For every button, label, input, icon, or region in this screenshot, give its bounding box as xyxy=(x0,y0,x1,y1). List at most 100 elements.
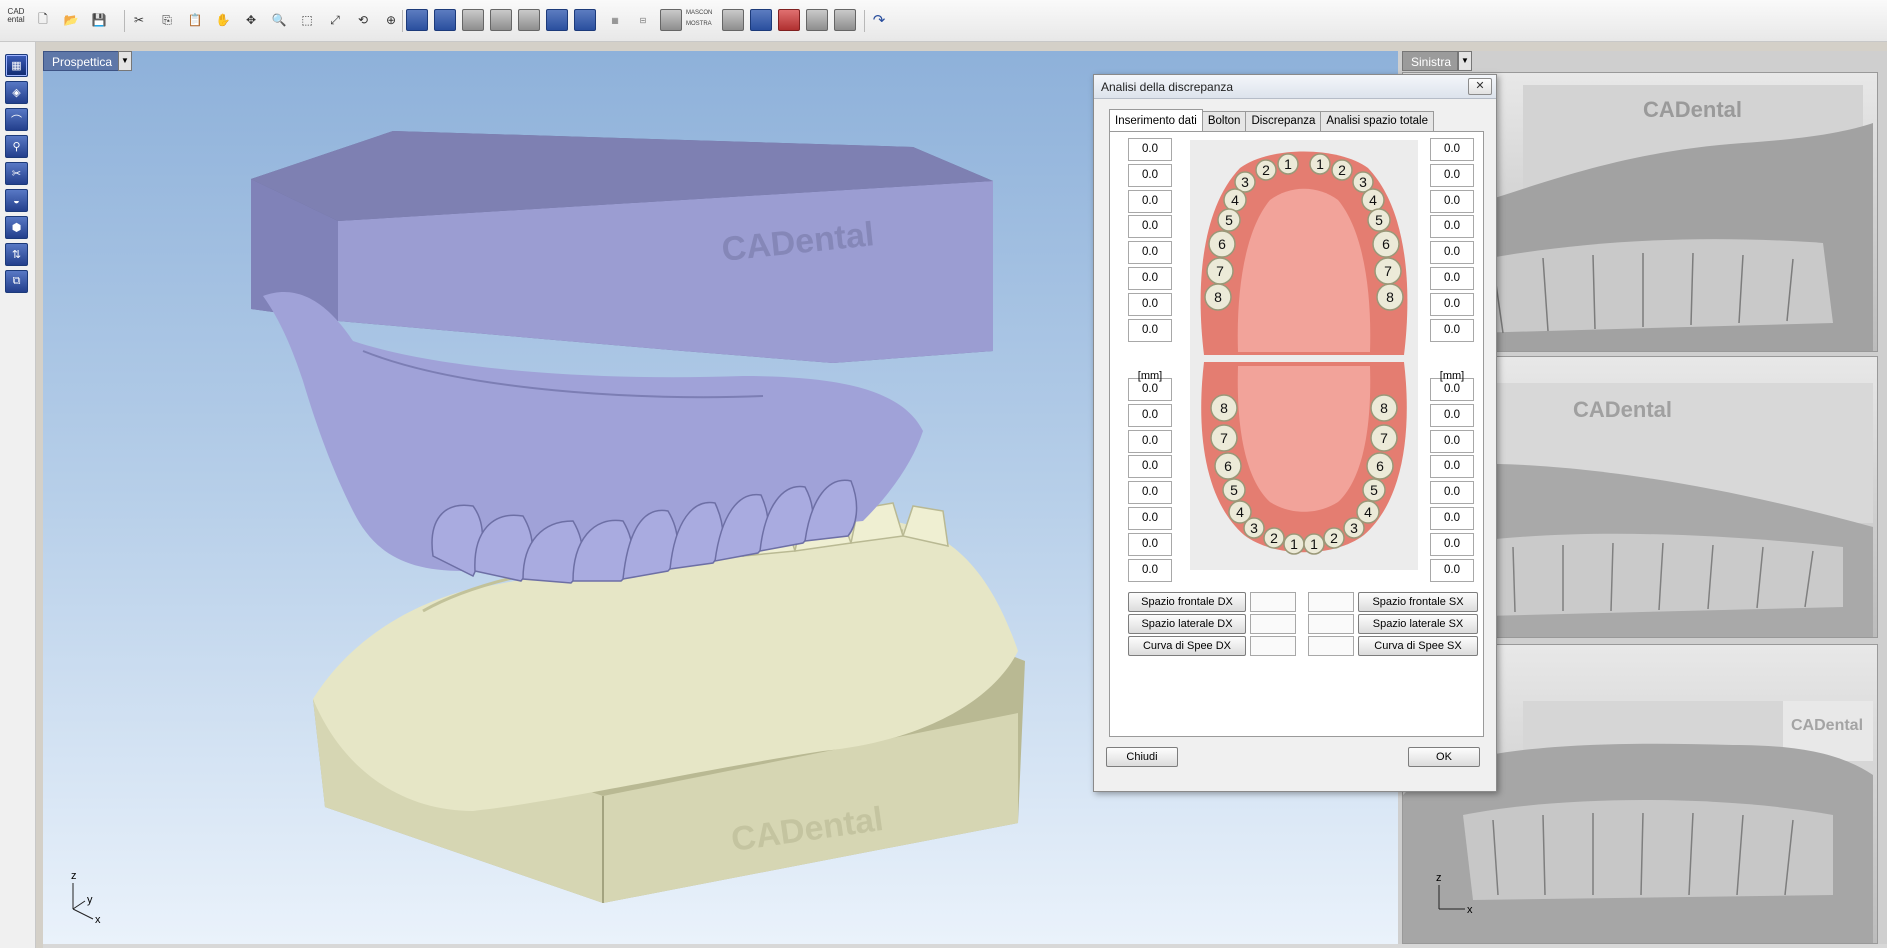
align-tool-icon[interactable]: ⇅ xyxy=(5,243,28,266)
spazio-laterale-sx-button[interactable]: Spazio laterale SX xyxy=(1358,614,1478,634)
lower-left-value-field[interactable]: 0.0 xyxy=(1430,558,1474,582)
chevron-down-icon[interactable]: ▼ xyxy=(1458,51,1472,71)
close-icon[interactable]: ✕ xyxy=(1468,78,1492,95)
upper-right-value-field[interactable]: 0.0 xyxy=(1128,292,1172,316)
arch-upper-icon[interactable] xyxy=(750,9,772,31)
lower-right-value-field[interactable]: 0.0 xyxy=(1128,507,1172,530)
lower-right-value-field[interactable]: 0.0 xyxy=(1128,481,1172,505)
scan-tool-icon[interactable]: ◈ xyxy=(5,81,28,104)
occlusion-icon[interactable] xyxy=(806,9,828,31)
upper-right-tooth[interactable]: 1 xyxy=(1277,153,1299,175)
lower-right-tooth[interactable]: 6 xyxy=(1214,452,1242,480)
ruler-icon[interactable] xyxy=(834,9,856,31)
grid-toggle-icon[interactable]: ▦ xyxy=(604,9,626,31)
upper-left-value-field[interactable]: 0.0 xyxy=(1430,267,1474,290)
gum-tool-icon[interactable]: ◒ xyxy=(5,189,28,212)
spazio-frontale-dx-button[interactable]: Spazio frontale DX xyxy=(1128,592,1246,612)
arch-lower-icon[interactable] xyxy=(778,9,800,31)
lower-left-value-field[interactable]: 0.0 xyxy=(1430,429,1474,453)
save-icon[interactable]: 💾 xyxy=(88,9,110,31)
upper-right-value-field[interactable]: 0.0 xyxy=(1128,215,1172,239)
chiudi-button[interactable]: Chiudi xyxy=(1106,747,1178,767)
tooth-tool-icon[interactable]: ⚲ xyxy=(5,135,28,158)
upper-right-tooth[interactable]: 8 xyxy=(1204,283,1232,311)
lower-right-tooth[interactable]: 5 xyxy=(1222,478,1246,502)
upper-right-value-field[interactable]: 0.0 xyxy=(1128,138,1172,161)
chevron-down-icon[interactable]: ▼ xyxy=(118,51,132,71)
segment-tool-icon[interactable]: ⬢ xyxy=(5,216,28,239)
side-view-label[interactable]: Sinistra xyxy=(1402,51,1458,71)
lower-left-tooth[interactable]: 5 xyxy=(1362,478,1386,502)
upper-right-value-field[interactable]: 0.0 xyxy=(1128,189,1172,213)
upper-right-tooth[interactable]: 5 xyxy=(1217,208,1241,232)
lower-left-tooth[interactable]: 1 xyxy=(1303,533,1325,555)
view-right-icon[interactable] xyxy=(490,9,512,31)
curva-di-spee-sx-button[interactable]: Curva di Spee SX xyxy=(1358,636,1478,656)
view-bottom-icon[interactable] xyxy=(518,9,540,31)
grid-tool-icon[interactable]: ▦ xyxy=(5,54,28,77)
lower-right-value-field[interactable]: 0.0 xyxy=(1128,532,1172,556)
lower-right-value-field[interactable]: 0.0 xyxy=(1128,403,1172,427)
upper-right-value-field[interactable]: 0.0 xyxy=(1128,318,1172,342)
tab-bolton[interactable]: Bolton xyxy=(1201,111,1247,131)
dialog-titlebar[interactable]: Analisi della discrepanza ✕ xyxy=(1094,75,1496,99)
upper-left-tooth[interactable]: 7 xyxy=(1374,257,1402,285)
upper-left-tooth[interactable]: 1 xyxy=(1309,153,1331,175)
paste-icon[interactable]: 📋 xyxy=(184,9,206,31)
view-iso-icon[interactable] xyxy=(574,9,596,31)
upper-left-value-field[interactable]: 0.0 xyxy=(1430,163,1474,187)
ok-button[interactable]: OK xyxy=(1408,747,1480,767)
spazio-frontale-sx-button[interactable]: Spazio frontale SX xyxy=(1358,592,1478,612)
zoom-icon[interactable]: 🔍 xyxy=(268,9,290,31)
upper-left-tooth[interactable]: 8 xyxy=(1376,283,1404,311)
lower-left-value-field[interactable]: 0.0 xyxy=(1430,403,1474,427)
lower-right-tooth[interactable]: 4 xyxy=(1228,500,1252,524)
upper-right-value-field[interactable]: 0.0 xyxy=(1128,267,1172,290)
lower-left-value-field[interactable]: 0.0 xyxy=(1430,481,1474,505)
measure-icon[interactable]: ⊟ xyxy=(632,9,654,31)
pan-hand-icon[interactable]: ✋ xyxy=(212,9,234,31)
cut-tool-icon[interactable]: ✂ xyxy=(5,162,28,185)
upper-right-value-field[interactable]: 0.0 xyxy=(1128,241,1172,265)
new-file-icon[interactable]: 🗋 xyxy=(32,9,54,31)
upper-right-tooth[interactable]: 4 xyxy=(1223,188,1247,212)
lower-right-value-field[interactable]: 0.0 xyxy=(1128,455,1172,479)
upper-left-tooth[interactable]: 5 xyxy=(1367,208,1391,232)
upper-left-value-field[interactable]: 0.0 xyxy=(1430,241,1474,265)
tab-analisi-spazio-totale[interactable]: Analisi spazio totale xyxy=(1320,111,1435,131)
lower-left-tooth[interactable]: 7 xyxy=(1370,424,1398,452)
lower-right-tooth[interactable]: 8 xyxy=(1210,394,1238,422)
view-back-icon[interactable] xyxy=(546,9,568,31)
move-icon[interactable]: ✥ xyxy=(240,9,262,31)
lower-left-value-field[interactable]: 0.0 xyxy=(1430,455,1474,479)
lower-right-tooth[interactable]: 2 xyxy=(1263,527,1285,549)
open-folder-icon[interactable]: 📂 xyxy=(60,9,82,31)
lower-right-tooth[interactable]: 7 xyxy=(1210,424,1238,452)
spazio-laterale-dx-button[interactable]: Spazio laterale DX xyxy=(1128,614,1246,634)
upper-left-tooth[interactable]: 6 xyxy=(1372,230,1400,258)
lower-right-value-field[interactable]: 0.0 xyxy=(1128,558,1172,582)
view-left-icon[interactable] xyxy=(462,9,484,31)
upper-right-value-field[interactable]: 0.0 xyxy=(1128,163,1172,187)
lower-right-value-field[interactable]: 0.0 xyxy=(1128,429,1172,453)
zoom-window-icon[interactable]: ⬚ xyxy=(296,9,318,31)
view-front-icon[interactable] xyxy=(406,9,428,31)
upper-left-tooth[interactable]: 2 xyxy=(1331,159,1353,181)
copy-icon[interactable]: ⎘ xyxy=(156,9,178,31)
upper-right-tooth[interactable]: 2 xyxy=(1255,159,1277,181)
zoom-fit-icon[interactable]: ⤢ xyxy=(324,9,346,31)
tab-inserimento-dati[interactable]: Inserimento dati xyxy=(1109,109,1203,131)
lower-left-tooth[interactable]: 4 xyxy=(1356,500,1380,524)
lower-right-tooth[interactable]: 1 xyxy=(1283,533,1305,555)
cut-icon[interactable]: ✂ xyxy=(128,9,150,31)
articulator-icon[interactable] xyxy=(722,9,744,31)
upper-left-value-field[interactable]: 0.0 xyxy=(1430,189,1474,213)
lower-left-tooth[interactable]: 2 xyxy=(1323,527,1345,549)
lower-left-value-field[interactable]: 0.0 xyxy=(1430,507,1474,530)
view-mode-label[interactable]: Prospettica xyxy=(43,51,122,71)
lower-left-tooth[interactable]: 6 xyxy=(1366,452,1394,480)
compare-tool-icon[interactable]: ⧉ xyxy=(5,270,28,293)
arch-tool-icon[interactable]: ⌒ xyxy=(5,108,28,131)
center-icon[interactable]: ⊕ xyxy=(380,9,402,31)
upper-right-tooth[interactable]: 6 xyxy=(1208,230,1236,258)
